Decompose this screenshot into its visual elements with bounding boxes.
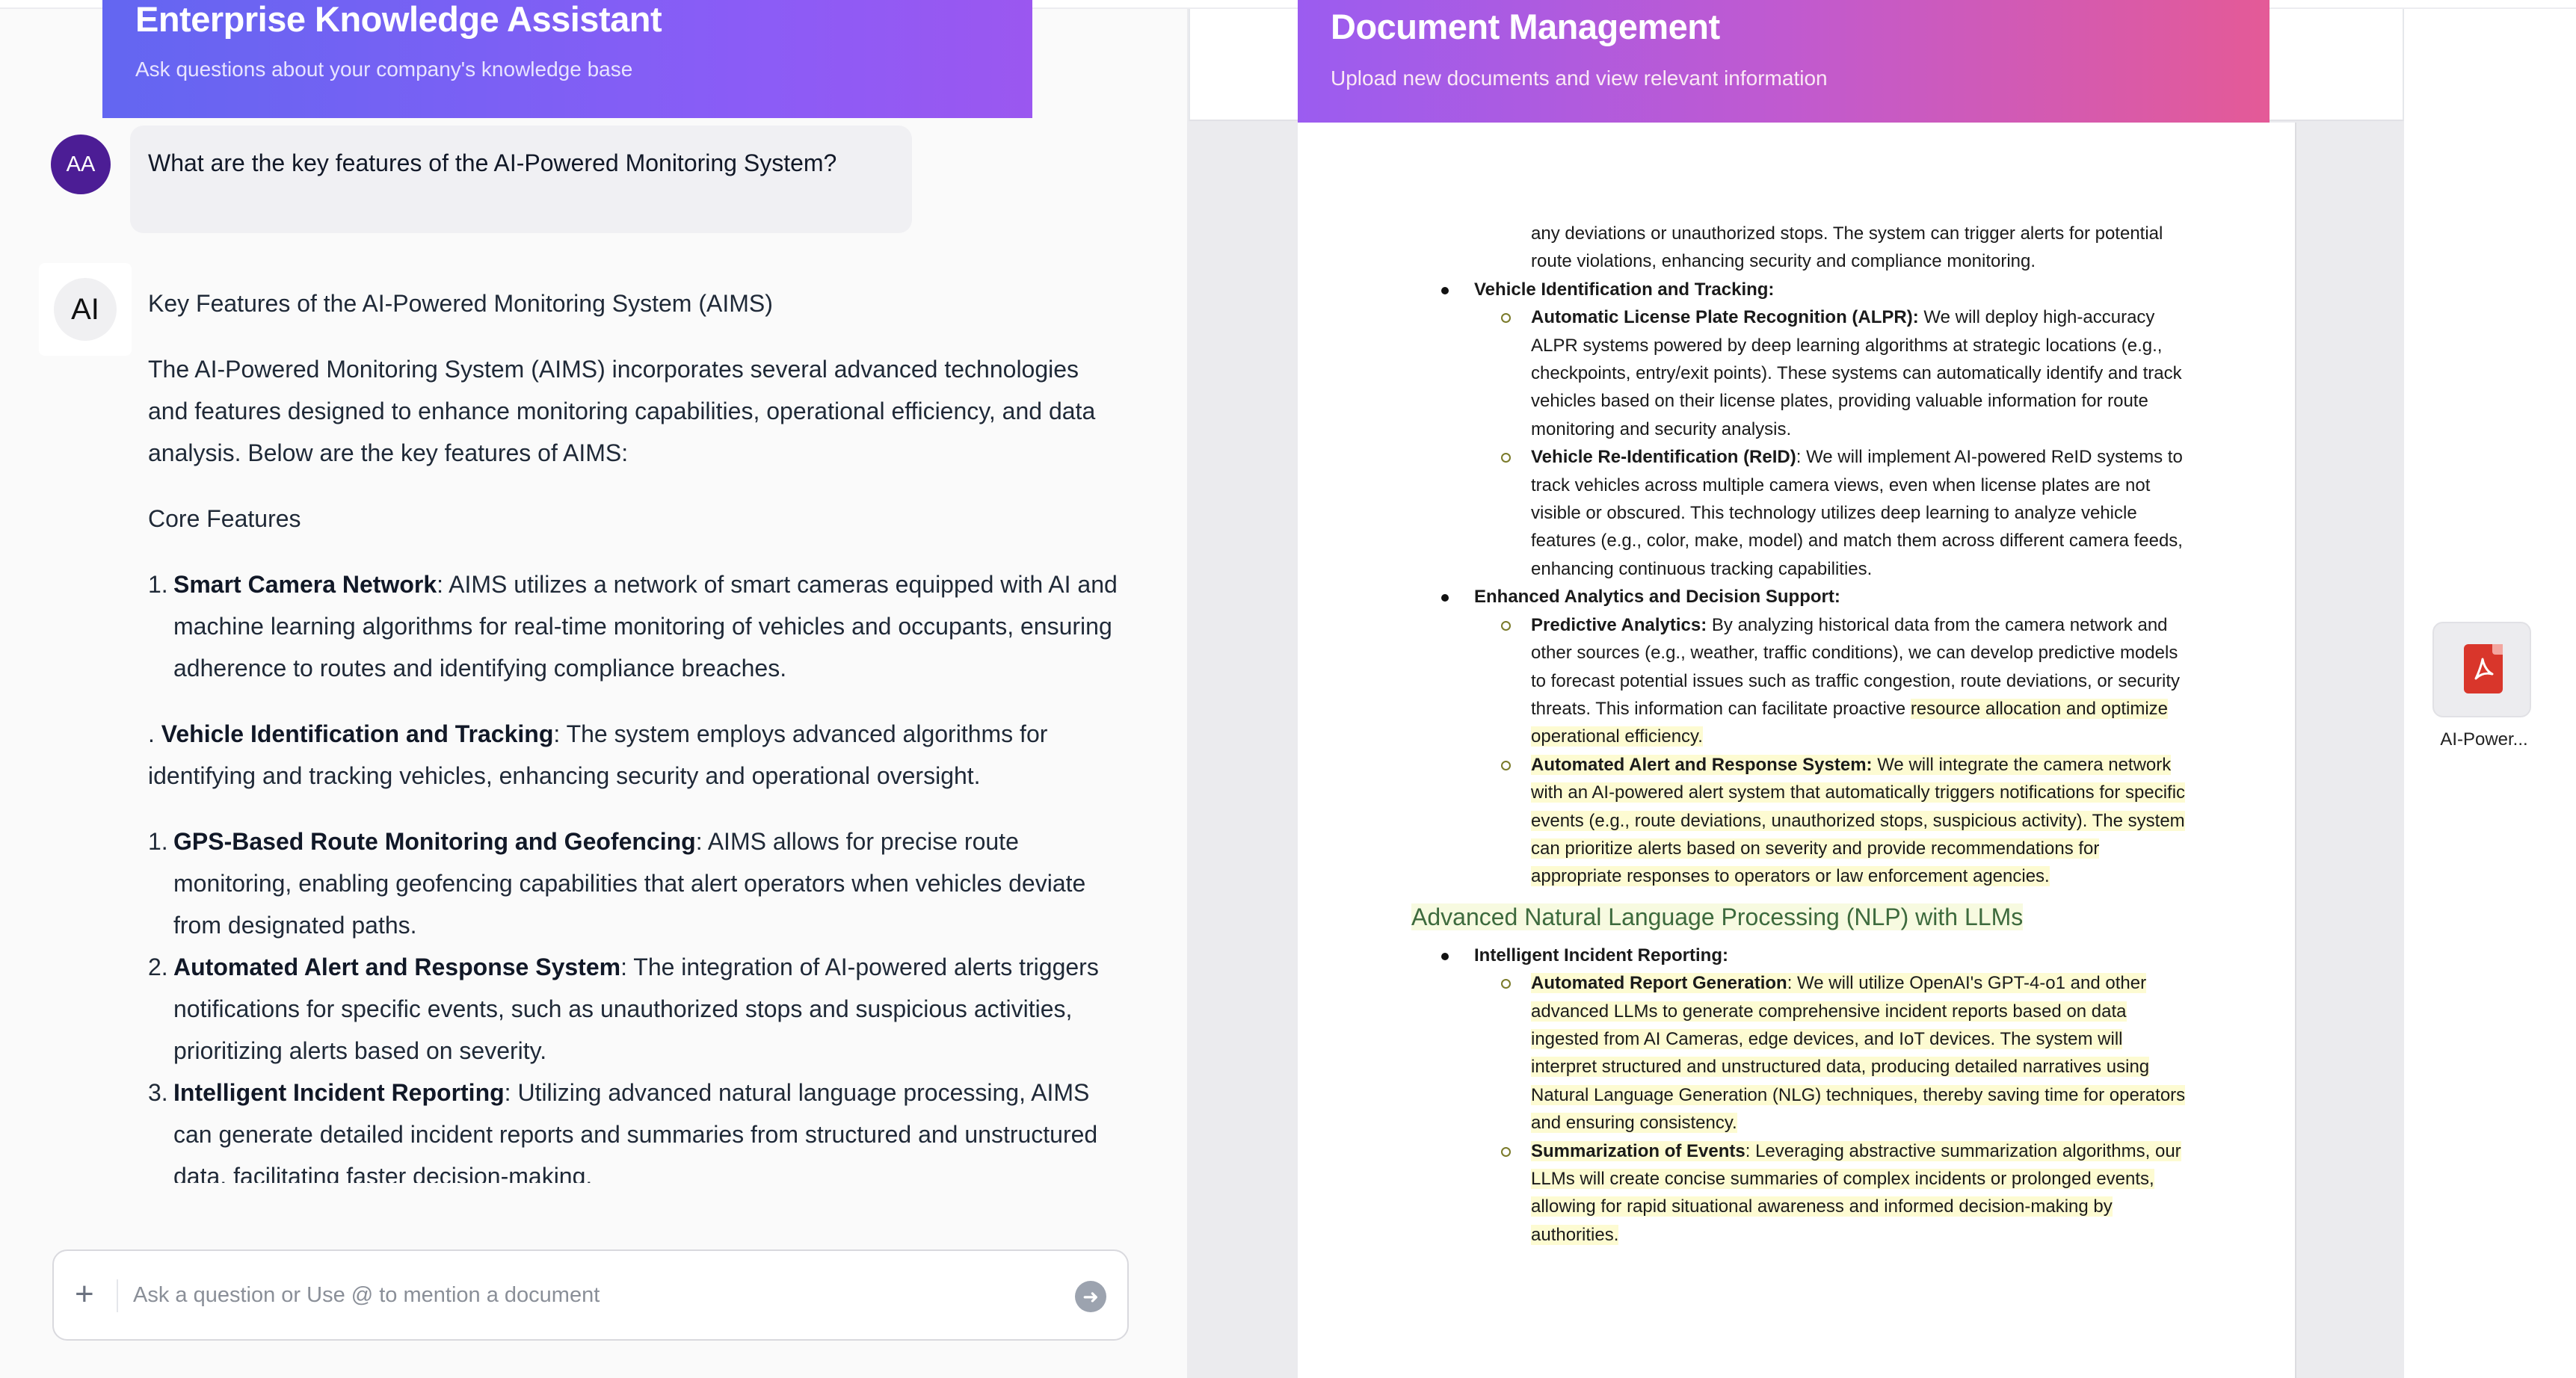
list-prefix: .	[148, 720, 161, 747]
page-edge	[2295, 123, 2296, 1378]
list-number: 2.	[148, 954, 168, 980]
list-item: 1. Smart Camera Network: AIMS utilizes a…	[148, 563, 1120, 689]
bullet-title: Enhanced Analytics and Decision Support:	[1474, 587, 1840, 608]
section-heading-text: Advanced Natural Language Processing (NL…	[1411, 903, 2024, 930]
feature-list-2: 1. GPS-Based Route Monitoring and Geofen…	[148, 821, 1120, 1183]
chat-input-box: + ➜	[52, 1249, 1129, 1341]
document-section-heading: Advanced Natural Language Processing (NL…	[1298, 898, 2295, 936]
sub-bullet-title: Automated Report Generation	[1531, 973, 1787, 994]
bullet-dot-icon	[1441, 952, 1449, 960]
sub-bullet-title: Predictive Analytics:	[1531, 614, 1707, 635]
acrobat-glyph-icon	[2474, 658, 2494, 680]
bullet-title: Vehicle Identification and Tracking:	[1474, 279, 1775, 300]
feature-name: Smart Camera Network	[173, 571, 437, 598]
sub-bullet-title: Automatic License Plate Recognition (ALP…	[1531, 307, 1919, 328]
list-number: 1.	[148, 828, 168, 855]
sub-bullet-title: Summarization of Events	[1531, 1140, 1745, 1161]
file-name-label[interactable]: AI-Power...	[2429, 729, 2539, 750]
send-arrow-icon[interactable]: ➜	[1075, 1281, 1106, 1312]
chat-subtitle: Ask questions about your company's knowl…	[135, 58, 633, 81]
sub-bullet-item: Predictive Analytics: By analyzing histo…	[1298, 611, 2295, 751]
sub-bullet-text: : We will utilize OpenAI's GPT-4-o1 and …	[1531, 973, 2186, 1134]
pdf-file-tile[interactable]	[2432, 622, 2531, 717]
document-header: Document Management Upload new documents…	[1298, 0, 2270, 123]
paragraph-continuation: any deviations or unauthorized stops. Th…	[1531, 223, 2163, 272]
bullet-item: Vehicle Identification and Tracking:	[1298, 276, 2295, 303]
circle-bullet-icon	[1501, 453, 1511, 463]
document-page[interactable]: any deviations or unauthorized stops. Th…	[1298, 123, 2295, 1378]
list-number: 3.	[148, 1079, 168, 1106]
circle-bullet-icon	[1501, 979, 1511, 989]
chat-header: Enterprise Knowledge Assistant Ask quest…	[102, 0, 1032, 118]
pdf-file-icon	[2464, 644, 2503, 693]
attach-plus-icon[interactable]: +	[75, 1273, 94, 1315]
bullet-title: Intelligent Incident Reporting:	[1474, 945, 1728, 965]
document-title: Document Management	[1331, 7, 1720, 46]
ai-answer-title: Key Features of the AI-Powered Monitorin…	[148, 290, 773, 317]
user-message-bubble: What are the key features of the AI-Powe…	[130, 126, 912, 233]
circle-bullet-icon	[1501, 760, 1511, 770]
input-divider	[117, 1279, 118, 1312]
sub-bullet-item: Summarization of Events: Leveraging abst…	[1298, 1137, 2295, 1249]
sub-bullet-title: Vehicle Re-Identification (ReID)	[1531, 447, 1796, 468]
ai-section-heading: Core Features	[148, 505, 301, 532]
feature-name: Automated Alert and Response System	[173, 954, 621, 980]
circle-bullet-icon	[1501, 620, 1511, 631]
sub-bullet-item: Automatic License Plate Recognition (ALP…	[1298, 303, 2295, 443]
circle-bullet-icon	[1501, 1146, 1511, 1157]
circle-bullet-icon	[1501, 313, 1511, 324]
bullet-item: Intelligent Incident Reporting:	[1298, 942, 2295, 969]
chat-title: Enterprise Knowledge Assistant	[135, 0, 662, 39]
list-item: 2. Automated Alert and Response System: …	[148, 946, 1120, 1072]
sub-bullet-item: Vehicle Re-Identification (ReID): We wil…	[1298, 443, 2295, 583]
document-subtitle: Upload new documents and view relevant i…	[1331, 67, 1828, 90]
sub-bullet-title: Automated Alert and Response System:	[1531, 754, 1873, 775]
sub-bullet-item: Automated Alert and Response System: We …	[1298, 751, 2295, 891]
feature-name: Intelligent Incident Reporting	[173, 1079, 505, 1106]
user-avatar: AA	[51, 135, 111, 194]
ai-message-content: Key Features of the AI-Powered Monitorin…	[148, 282, 1120, 1183]
bullet-dot-icon	[1441, 286, 1449, 294]
list-item: . Vehicle Identification and Tracking: T…	[148, 713, 1120, 797]
chat-input-field[interactable]	[133, 1270, 1030, 1320]
core-features-list: 1. Smart Camera Network: AIMS utilizes a…	[148, 563, 1120, 689]
ai-avatar-badge: AI	[54, 278, 117, 341]
feature-name: GPS-Based Route Monitoring and Geofencin…	[173, 828, 696, 855]
list-number: 1.	[148, 571, 168, 598]
bullet-dot-icon	[1441, 594, 1449, 602]
bullet-item: Enhanced Analytics and Decision Support:	[1298, 583, 2295, 611]
list-item: 1. GPS-Based Route Monitoring and Geofen…	[148, 821, 1120, 946]
sub-bullet-item: Automated Report Generation: We will uti…	[1298, 969, 2295, 1137]
feature-name: Vehicle Identification and Tracking	[161, 720, 554, 747]
document-body: any deviations or unauthorized stops. Th…	[1298, 220, 2295, 1249]
ai-avatar: AI	[39, 263, 132, 356]
list-item: 3. Intelligent Incident Reporting: Utili…	[148, 1072, 1120, 1183]
ai-answer-intro: The AI-Powered Monitoring System (AIMS) …	[148, 356, 1096, 466]
